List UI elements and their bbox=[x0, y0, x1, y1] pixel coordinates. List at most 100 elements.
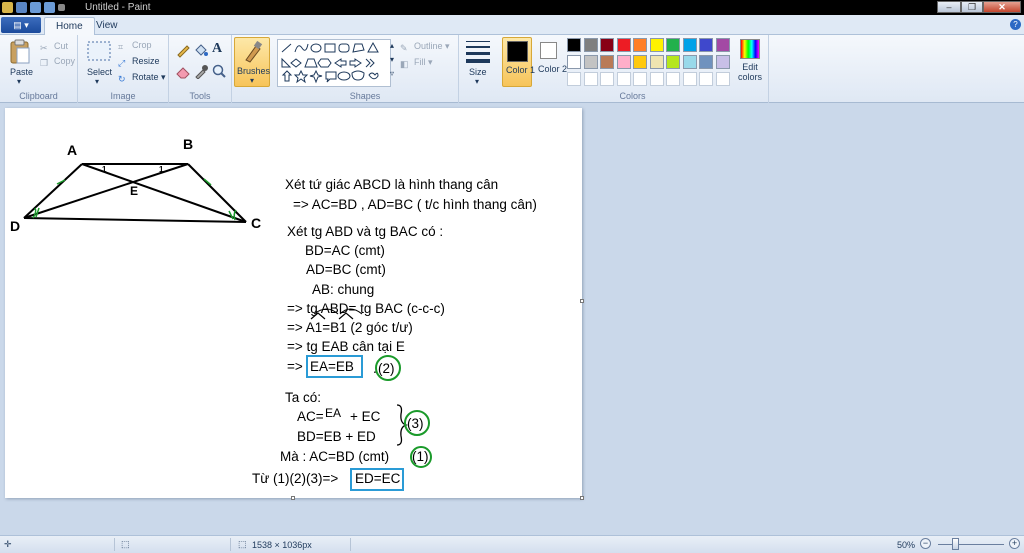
palette-swatch[interactable] bbox=[666, 55, 680, 69]
fill-button[interactable]: ◧ Fill ▾ bbox=[400, 57, 433, 71]
color-picker-icon[interactable] bbox=[193, 63, 209, 79]
palette-swatch[interactable] bbox=[715, 55, 730, 69]
palette-swatch[interactable] bbox=[666, 38, 680, 52]
line-width-icon bbox=[466, 41, 490, 63]
canvas-resize-handle-bottom[interactable] bbox=[291, 496, 295, 500]
canvas-resize-handle-right[interactable] bbox=[580, 299, 584, 303]
save-icon[interactable] bbox=[16, 2, 27, 13]
palette-swatch[interactable] bbox=[567, 55, 581, 69]
zoom-level: 50% bbox=[897, 540, 916, 550]
proof-line-10-prefix: => bbox=[287, 359, 303, 374]
paste-button[interactable]: Paste bbox=[10, 67, 33, 77]
palette-custom-slot[interactable] bbox=[633, 72, 647, 86]
paint-menu-button[interactable]: ▤ ▾ bbox=[1, 17, 41, 33]
paste-icon[interactable] bbox=[9, 39, 31, 65]
maximize-button[interactable]: ❐ bbox=[961, 1, 983, 13]
magnifier-icon[interactable] bbox=[211, 63, 227, 79]
crop-button[interactable]: ⌗ Crop bbox=[118, 40, 152, 54]
proof-line-11: Ta có: bbox=[285, 390, 321, 405]
select-dropdown-icon[interactable]: ▾ bbox=[95, 77, 99, 86]
zoom-in-button[interactable]: + bbox=[1009, 538, 1020, 549]
status-bar: ✛ ⬚ ⬚ 1538 × 1036px 50% − + bbox=[0, 535, 1024, 553]
select-button[interactable]: Select bbox=[87, 67, 112, 77]
palette-custom-slot[interactable] bbox=[682, 72, 697, 86]
cursor-position-icon: ✛ bbox=[4, 539, 12, 549]
minimize-button[interactable]: – bbox=[937, 1, 961, 13]
canvas-size-icon: ⬚ bbox=[238, 539, 247, 549]
palette-custom-slot[interactable] bbox=[616, 72, 631, 86]
palette-swatch[interactable] bbox=[633, 38, 647, 52]
tab-view[interactable]: View bbox=[85, 17, 129, 36]
palette-swatch[interactable] bbox=[633, 55, 647, 69]
palette-swatch[interactable] bbox=[682, 38, 697, 52]
palette-swatch[interactable] bbox=[600, 55, 614, 69]
canvas-resize-handle-corner[interactable] bbox=[580, 496, 584, 500]
palette-custom-slot[interactable] bbox=[649, 72, 664, 86]
cut-button[interactable]: ✂ Cut bbox=[40, 41, 68, 55]
resize-button[interactable]: ⤢ Resize bbox=[118, 56, 160, 70]
brushes-group: Brushes ▾ bbox=[232, 35, 272, 103]
proof-line-2: => AC=BD , AD=BC ( t/c hình thang cân) bbox=[293, 197, 537, 212]
customize-toolbar-icon[interactable] bbox=[58, 4, 65, 11]
rotate-button[interactable]: ↻ Rotate ▾ bbox=[118, 72, 166, 86]
selection-size-icon: ⬚ bbox=[121, 539, 130, 549]
zoom-out-button[interactable]: − bbox=[920, 538, 931, 549]
color2-selector[interactable]: Color 2 bbox=[535, 37, 567, 87]
shapes-scroll-down-icon[interactable]: ▾ bbox=[390, 55, 394, 64]
palette-swatch[interactable] bbox=[616, 55, 631, 69]
palette-custom-slot[interactable] bbox=[600, 72, 614, 86]
proof-line-9: => tg EAB cân tại E bbox=[287, 339, 405, 354]
zoom-slider-thumb[interactable] bbox=[952, 538, 959, 550]
palette-swatch[interactable] bbox=[715, 38, 730, 52]
palette-custom-slot[interactable] bbox=[583, 72, 598, 86]
size-button[interactable]: Size ▾ bbox=[463, 39, 493, 87]
clipboard-group-label: Clipboard bbox=[19, 91, 58, 101]
palette-swatch[interactable] bbox=[699, 38, 713, 52]
edit-colors-button[interactable]: Edit colors bbox=[734, 39, 764, 87]
palette-swatch[interactable] bbox=[699, 55, 713, 69]
palette-swatch[interactable] bbox=[649, 55, 664, 69]
redo-icon[interactable] bbox=[44, 2, 55, 13]
palette-swatch[interactable] bbox=[583, 38, 598, 52]
color1-selector[interactable]: Color 1 bbox=[502, 37, 535, 87]
eraser-icon[interactable] bbox=[175, 63, 191, 79]
proof-line-4: BD=AC (cmt) bbox=[305, 243, 385, 258]
pencil-icon[interactable] bbox=[175, 42, 191, 58]
paint-app-icon[interactable] bbox=[2, 2, 13, 13]
palette-swatch[interactable] bbox=[682, 55, 697, 69]
palette-swatch[interactable] bbox=[567, 38, 581, 52]
shapes-scroll-up-icon[interactable]: ▴ bbox=[390, 41, 394, 50]
palette-custom-slot[interactable] bbox=[699, 72, 713, 86]
palette-custom-slot[interactable] bbox=[715, 72, 730, 86]
text-tool-icon[interactable]: A bbox=[212, 41, 222, 57]
zoom-slider-track[interactable] bbox=[938, 544, 1004, 545]
shapes-gallery[interactable] bbox=[277, 39, 391, 87]
drawing-canvas[interactable]: A B C D E 1 1 Xét tứ giác ABCD là hình t… bbox=[5, 108, 582, 498]
paste-dropdown-icon[interactable]: ▾ bbox=[17, 77, 21, 86]
palette-custom-slot[interactable] bbox=[567, 72, 581, 86]
palette-swatch[interactable] bbox=[583, 55, 598, 69]
help-icon[interactable]: ? bbox=[1010, 19, 1021, 30]
outline-button[interactable]: ✎ Outline ▾ bbox=[400, 41, 450, 55]
copy-button[interactable]: ❐ Copy bbox=[40, 56, 75, 70]
proof-line-8: => A1=B1 (2 góc t/ư) bbox=[287, 320, 413, 335]
fill-bucket-icon[interactable] bbox=[193, 42, 209, 58]
size-dropdown-icon: ▾ bbox=[475, 77, 480, 86]
undo-icon[interactable] bbox=[30, 2, 41, 13]
color2-swatch bbox=[540, 42, 557, 59]
palette-swatch[interactable] bbox=[616, 38, 631, 52]
palette-swatch[interactable] bbox=[649, 38, 664, 52]
select-icon[interactable] bbox=[87, 41, 111, 61]
brushes-button[interactable]: Brushes ▾ bbox=[234, 37, 270, 87]
shapes-expand-icon[interactable]: ▿ bbox=[390, 69, 394, 78]
proof-line-12-end: + EC bbox=[350, 409, 381, 424]
canvas-workspace: A B C D E 1 1 Xét tứ giác ABCD là hình t… bbox=[0, 104, 1024, 535]
close-button[interactable]: ✕ bbox=[983, 1, 1021, 13]
vertex-label-d: D bbox=[10, 218, 20, 234]
colors-group: Color 1 Color 2 Edit colors Colors bbox=[497, 35, 769, 103]
palette-custom-slot[interactable] bbox=[666, 72, 680, 86]
angle-label-a1: 1 bbox=[102, 165, 107, 174]
palette-swatch[interactable] bbox=[600, 38, 614, 52]
proof-line-15: Từ (1)(2)(3)=> bbox=[252, 471, 338, 486]
proof-line-1: Xét tứ giác ABCD là hình thang cân bbox=[285, 177, 498, 192]
